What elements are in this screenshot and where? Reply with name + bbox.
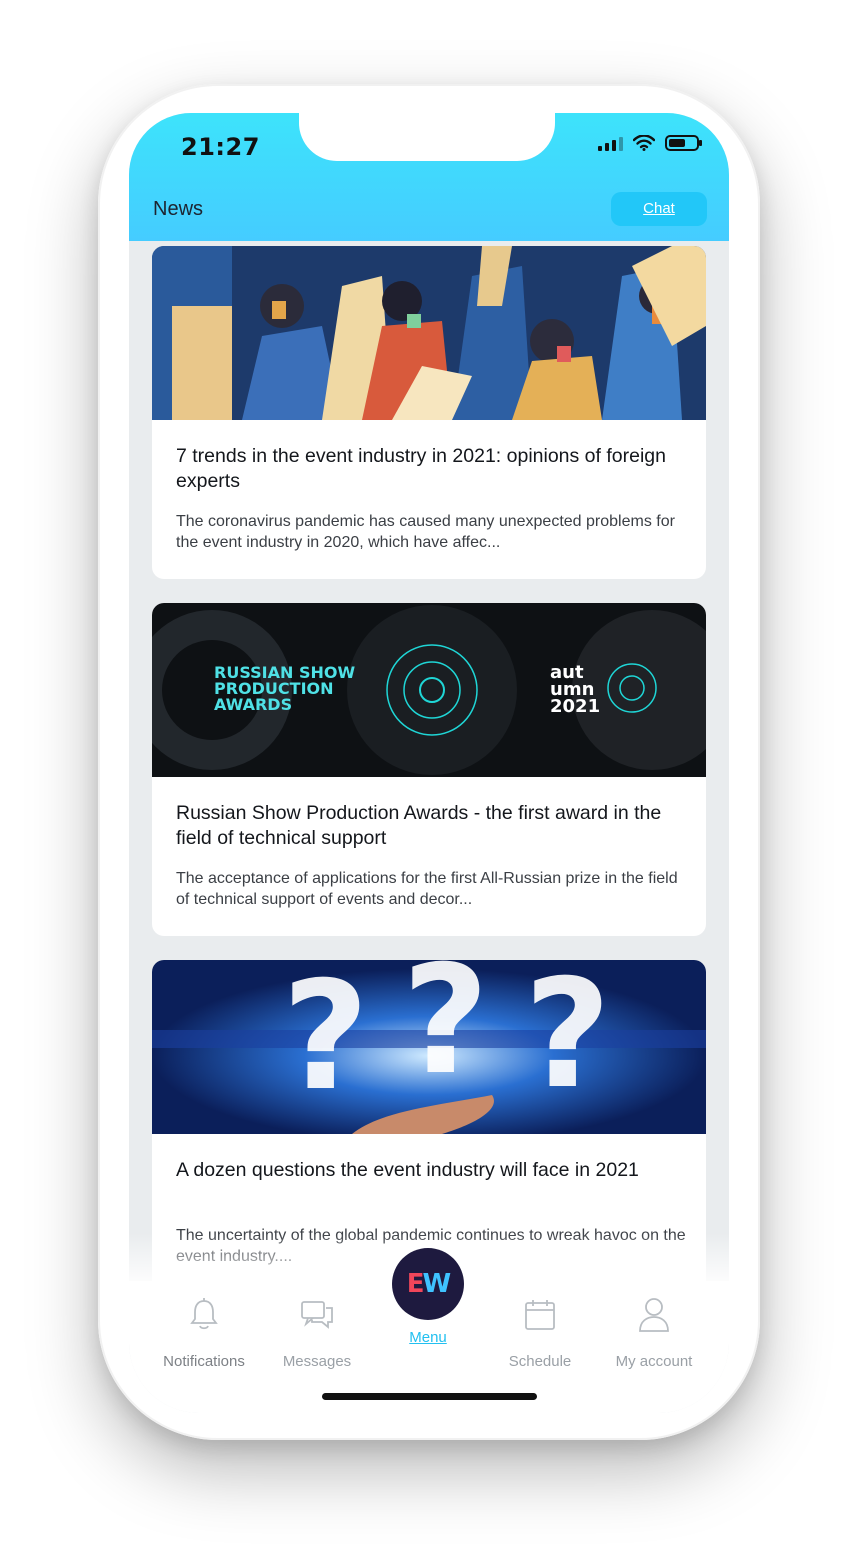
app-header: 21:27 News Chat — [129, 113, 729, 241]
bell-icon — [190, 1298, 218, 1330]
status-icons — [598, 135, 702, 151]
status-time: 21:27 — [181, 133, 260, 161]
home-indicator[interactable] — [322, 1393, 537, 1400]
page-title: News — [153, 198, 204, 220]
battery-level — [669, 139, 685, 147]
award-title-line3: AWARDS — [214, 695, 292, 714]
tab-label: Notifications — [163, 1353, 245, 1370]
news-image: RUSSIAN SHOW PRODUCTION AWARDS aut umn 2… — [152, 603, 706, 777]
tab-label: Messages — [282, 1353, 352, 1370]
tab-my-account[interactable]: My account — [594, 1295, 714, 1370]
signal-icon — [598, 135, 623, 151]
tab-label: Menu — [409, 1329, 447, 1346]
news-title[interactable]: Russian Show Production Awards - the fir… — [176, 801, 686, 851]
ew-logo[interactable]: EW — [392, 1248, 464, 1320]
wifi-icon — [633, 135, 655, 151]
autumn-line3: 2021 — [550, 696, 600, 717]
news-excerpt: The coronavirus pandemic has caused many… — [176, 513, 675, 551]
svg-text:?: ? — [524, 960, 611, 1122]
svg-text:?: ? — [282, 960, 369, 1124]
tab-schedule[interactable]: Schedule — [480, 1295, 600, 1370]
svg-text:?: ? — [402, 960, 489, 1108]
bottom-tab-bar: Notifications Messages EW Menu Schedule — [129, 1248, 729, 1413]
news-excerpt: The acceptance of applications for the f… — [176, 870, 678, 908]
tab-messages[interactable]: Messages — [257, 1295, 377, 1370]
news-image: ? ? ? — [152, 960, 706, 1134]
notch — [299, 113, 555, 161]
news-title[interactable]: 7 trends in the event industry in 2021: … — [176, 444, 686, 494]
news-image — [152, 246, 706, 420]
chat-bubbles-icon — [301, 1301, 333, 1329]
news-card[interactable]: 7 trends in the event industry in 2021: … — [152, 246, 706, 579]
news-card[interactable]: RUSSIAN SHOW PRODUCTION AWARDS aut umn 2… — [152, 603, 706, 936]
tab-menu[interactable]: EW Menu — [368, 1248, 488, 1346]
battery-icon — [665, 135, 702, 151]
calendar-icon — [525, 1300, 555, 1330]
tab-label: My account — [615, 1353, 693, 1370]
chat-button[interactable]: Chat — [611, 192, 707, 226]
user-icon — [639, 1298, 669, 1332]
tab-label: Schedule — [508, 1353, 572, 1370]
news-title[interactable]: A dozen questions the event industry wil… — [176, 1158, 686, 1183]
tab-notifications[interactable]: Notifications — [144, 1295, 264, 1370]
app-screen: 7 trends in the event industry in 2021: … — [129, 113, 729, 1413]
